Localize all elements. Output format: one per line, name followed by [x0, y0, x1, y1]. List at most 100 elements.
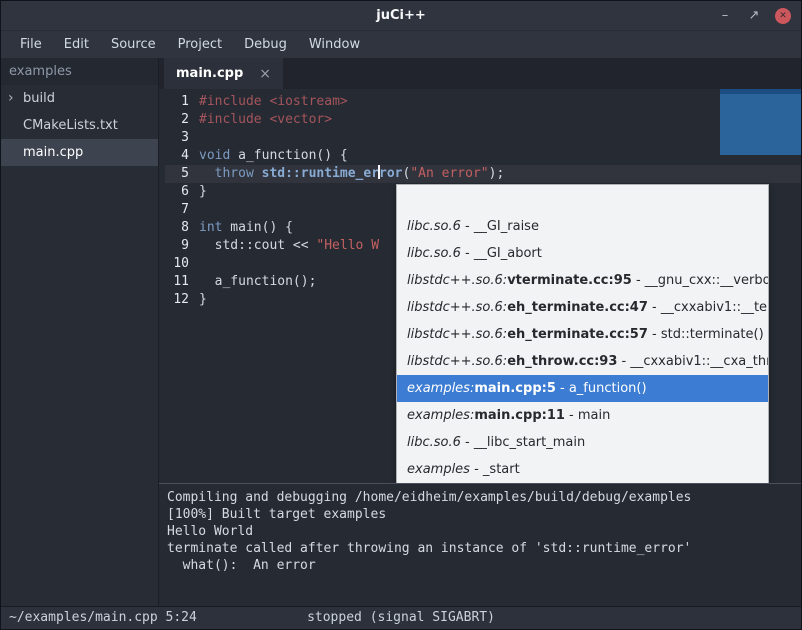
- code-line-5[interactable]: 5 throw std::runtime_error("An error");: [165, 165, 801, 183]
- frame-symbol: - __GI_abort: [461, 246, 542, 261]
- expander-icon[interactable]: ›: [8, 85, 14, 112]
- stack-frame-item[interactable]: libstdc++.so.6:eh_terminate.cc:57 - std:…: [397, 321, 768, 348]
- frame-symbol: - __libc_start_main: [461, 435, 585, 450]
- code-token: "Hello W: [316, 237, 379, 255]
- line-number: 3: [165, 129, 189, 147]
- menu-item-window[interactable]: Window: [298, 31, 371, 58]
- code-line-3[interactable]: 3: [165, 129, 801, 147]
- jucipp-window: juCi++ – ↗ ✕ FileEditSourceProjectDebugW…: [0, 0, 802, 630]
- sidebar-item-main-cpp[interactable]: main.cpp: [1, 139, 158, 166]
- tab-bar: main.cpp ×: [159, 58, 801, 89]
- frame-symbol: - __cxxabiv1::__term: [648, 300, 768, 315]
- code-token: #include: [199, 93, 269, 111]
- code-token: void: [199, 147, 230, 165]
- menu-item-project[interactable]: Project: [167, 31, 233, 58]
- status-debug-state: stopped (signal SIGABRT): [1, 607, 801, 629]
- line-number: 5: [165, 165, 189, 183]
- code-token: main() {: [222, 219, 292, 237]
- code-token: a_function() {: [230, 147, 347, 165]
- menubar: FileEditSourceProjectDebugWindow: [1, 31, 801, 58]
- code-token: ror: [379, 165, 402, 183]
- frame-location: eh_terminate.cc:57: [507, 327, 648, 342]
- sidebar-item-cmakelists-txt[interactable]: CMakeLists.txt: [1, 112, 158, 139]
- frame-symbol: - __cxxabiv1::__cxa_thro: [617, 354, 768, 369]
- frame-location: eh_terminate.cc:47: [507, 300, 648, 315]
- content-area: examples › build CMakeLists.txt main.cpp ma…: [1, 58, 801, 606]
- code-token: }: [199, 183, 207, 201]
- code-token: <iostream>: [269, 93, 347, 111]
- stack-frame-item[interactable]: libstdc++.so.6:vterminate.cc:95 - __gnu_…: [397, 267, 768, 294]
- frame-location: main.cpp:11: [474, 408, 565, 423]
- close-icon[interactable]: ✕: [775, 8, 791, 24]
- terminal-line: [100%] Built target examples: [167, 506, 793, 523]
- file-tree: › build CMakeLists.txt main.cpp: [1, 85, 158, 166]
- titlebar[interactable]: juCi++ – ↗ ✕: [1, 1, 801, 31]
- frame-symbol: - __GI_raise: [461, 219, 539, 234]
- menu-item-source[interactable]: Source: [100, 31, 167, 58]
- frame-module: libstdc++.so.6:: [407, 300, 507, 315]
- terminal-line: Hello World: [167, 523, 793, 540]
- frame-module: examples: [407, 462, 470, 477]
- terminal-line: Compiling and debugging /home/eidheim/ex…: [167, 489, 793, 506]
- code-token: [199, 165, 215, 183]
- stack-frame-item[interactable]: libc.so.6 - __GI_abort: [397, 240, 768, 267]
- file-tree-panel: examples ›buildCMakeLists.txtmain.cpp: [1, 58, 159, 606]
- file-label: CMakeLists.txt: [23, 118, 118, 133]
- code-editor[interactable]: 1#include <iostream>2 #include <vector> 34…: [159, 89, 801, 483]
- stack-frame-item[interactable]: examples:main.cpp:5 - a_function(): [397, 375, 768, 402]
- frame-location: eh_throw.cc:93: [507, 354, 617, 369]
- frame-symbol: - _start: [470, 462, 520, 477]
- stack-frame-item[interactable]: libstdc++.so.6:eh_throw.cc:93 - __cxxabi…: [397, 348, 768, 375]
- line-number: 10: [165, 255, 189, 273]
- minimize-icon[interactable]: –: [717, 8, 733, 24]
- menu-item-edit[interactable]: Edit: [53, 31, 100, 58]
- sidebar-item-build[interactable]: › build: [1, 85, 158, 112]
- frame-symbol: - std::terminate(): [648, 327, 764, 342]
- frame-symbol: - a_function(): [556, 381, 647, 396]
- code-token: #include: [199, 111, 269, 129]
- frame-location: main.cpp:5: [474, 381, 556, 396]
- frame-module: libc.so.6: [407, 435, 461, 450]
- code-token: "An error": [410, 165, 488, 183]
- frame-module: libstdc++.so.6:: [407, 273, 507, 288]
- stack-frame-item[interactable]: libc.so.6 - __GI_raise: [397, 213, 768, 240]
- frame-location: vterminate.cc:95: [507, 273, 632, 288]
- tab-close-icon[interactable]: ×: [259, 66, 271, 82]
- main-pane: main.cpp × 1#include <iostream>2 #include…: [159, 58, 801, 606]
- code-token: std::runtime_er: [262, 165, 379, 183]
- menu-item-debug[interactable]: Debug: [233, 31, 298, 58]
- terminal-output[interactable]: Compiling and debugging /home/eidheim/ex…: [159, 483, 801, 606]
- stack-frame-item[interactable]: libstdc++.so.6:eh_terminate.cc:47 - __cx…: [397, 294, 768, 321]
- line-number: 6: [165, 183, 189, 201]
- code-token: [254, 165, 262, 183]
- folder-label: build: [23, 91, 55, 106]
- maximize-icon[interactable]: ↗: [746, 8, 762, 24]
- code-line-4[interactable]: 4void a_function() {: [165, 147, 801, 165]
- frame-module: examples:: [407, 408, 474, 423]
- line-number: 8: [165, 219, 189, 237]
- tab-main-cpp[interactable]: main.cpp ×: [164, 58, 283, 89]
- stack-trace-popup: libc.so.6 - __GI_raiselibc.so.6 - __GI_a…: [396, 184, 769, 483]
- terminal-line: terminate called after throwing an insta…: [167, 540, 793, 557]
- menu-item-file[interactable]: File: [9, 31, 53, 58]
- stack-frame-item[interactable]: examples - _start: [397, 456, 768, 483]
- code-token: std::cout <<: [199, 237, 316, 255]
- line-number: 2: [165, 111, 189, 129]
- code-token: <vector>: [269, 111, 332, 129]
- stack-frame-item[interactable]: libc.so.6 - __libc_start_main: [397, 429, 768, 456]
- line-number: 11: [165, 273, 189, 291]
- frame-module: libc.so.6: [407, 246, 461, 261]
- frame-symbol: - main: [565, 408, 610, 423]
- line-number: 7: [165, 201, 189, 219]
- code-token: throw: [215, 165, 254, 183]
- code-token: }: [199, 291, 207, 309]
- code-token: a_function();: [199, 273, 316, 291]
- frame-symbol: - __gnu_cxx::__verbos: [632, 273, 768, 288]
- code-line-1[interactable]: 1#include <iostream>: [165, 93, 801, 111]
- code-line-2[interactable]: 2 #include <vector>: [165, 111, 801, 129]
- window-controls: – ↗ ✕: [717, 1, 791, 31]
- stack-frame-item[interactable]: examples:main.cpp:11 - main: [397, 402, 768, 429]
- frame-module: examples:: [407, 381, 474, 396]
- window-title: juCi++: [1, 1, 801, 31]
- tab-label: main.cpp: [176, 66, 243, 81]
